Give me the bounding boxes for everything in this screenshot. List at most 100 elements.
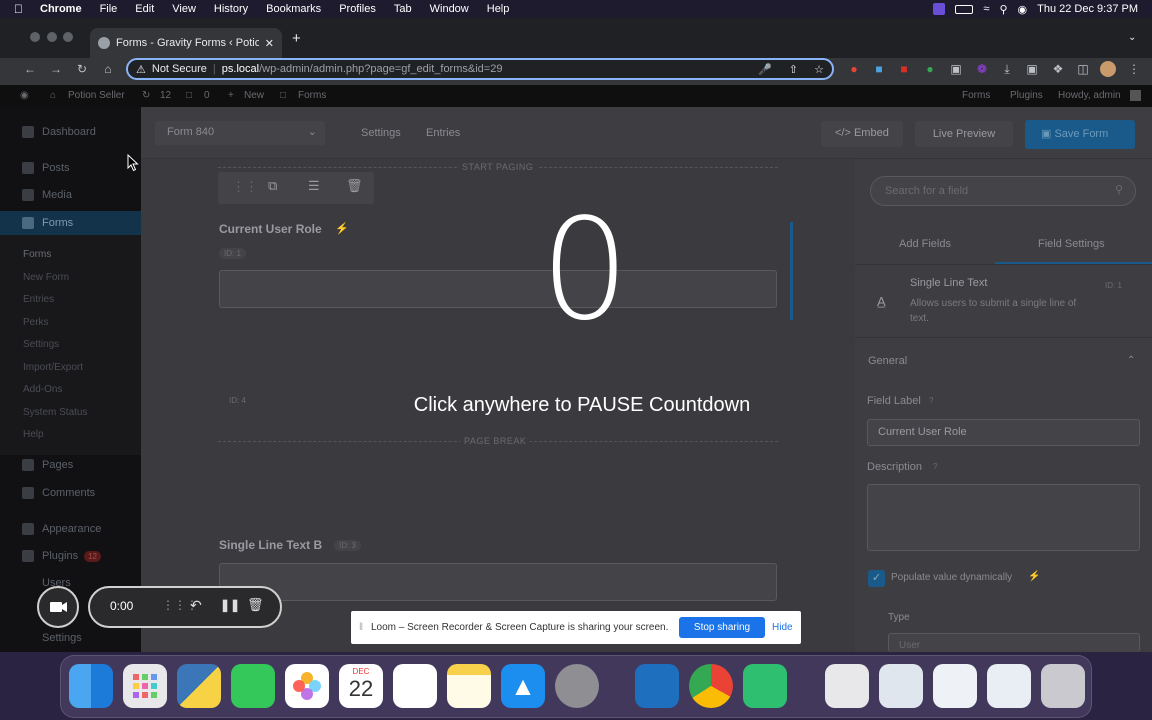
notes-icon[interactable]: [447, 664, 491, 708]
search-icon[interactable]: ⚲: [999, 3, 1007, 16]
reminders-icon[interactable]: [393, 664, 437, 708]
sidebar-item-pages[interactable]: Pages: [42, 459, 73, 471]
wordpress-logo-icon[interactable]: ◉: [20, 90, 29, 101]
countdown-number[interactable]: 0: [535, 196, 635, 346]
bookmark-star-icon[interactable]: ☆: [814, 63, 824, 76]
menu-bookmarks[interactable]: Bookmarks: [257, 3, 330, 15]
submenu-entries[interactable]: Entries: [23, 294, 54, 305]
messages-icon[interactable]: [231, 664, 275, 708]
submenu-add-ons[interactable]: Add-Ons: [23, 384, 62, 395]
launchpad-icon[interactable]: [123, 664, 167, 708]
tab-field-settings[interactable]: Field Settings: [1038, 238, 1105, 250]
updates-icon[interactable]: ↻: [142, 90, 150, 101]
sidebar-item-forms[interactable]: Forms: [0, 211, 141, 235]
close-window-icon[interactable]: [30, 32, 40, 42]
field-search-input[interactable]: Search for a field ⚲: [870, 176, 1136, 206]
forms-adminbar-link[interactable]: Forms: [298, 90, 326, 101]
window-thumbnail-1[interactable]: [879, 664, 923, 708]
loom-status-icon[interactable]: [933, 3, 946, 15]
submenu-new-form[interactable]: New Form: [23, 272, 69, 283]
save-form-button[interactable]: ▣ Save Form: [1025, 120, 1135, 149]
sidebar-item-comments[interactable]: Comments: [42, 487, 95, 499]
sidebar-item-appearance[interactable]: Appearance: [42, 523, 101, 535]
menu-tab[interactable]: Tab: [385, 3, 421, 15]
extension-purple-icon[interactable]: ❁: [974, 61, 990, 77]
field3-input[interactable]: [219, 563, 777, 601]
app-store-icon[interactable]: ▲: [501, 664, 545, 708]
control-center-icon[interactable]: ◉: [1018, 3, 1028, 16]
finder-icon[interactable]: [69, 664, 113, 708]
sidepanel-icon[interactable]: ◫: [1075, 61, 1091, 77]
embed-button[interactable]: </> Embed: [821, 121, 903, 147]
settings-link[interactable]: Settings: [361, 127, 401, 139]
right-plugins-link[interactable]: Plugins: [1010, 90, 1043, 101]
sidebar-item-settings[interactable]: Settings: [42, 632, 82, 644]
field1-input[interactable]: [219, 270, 777, 308]
right-forms-link[interactable]: Forms: [962, 90, 990, 101]
extension-red-icon[interactable]: ●: [846, 61, 862, 77]
chrome-menu-icon[interactable]: ⋮: [1126, 61, 1142, 77]
comments-count[interactable]: 0: [204, 90, 210, 101]
countdown-message[interactable]: Click anywhere to PAUSE Countdown: [372, 394, 792, 417]
calendar-icon[interactable]: DEC 22: [339, 664, 383, 708]
system-preferences-icon[interactable]: [555, 664, 599, 708]
menu-app-name[interactable]: Chrome: [31, 3, 91, 15]
type-select[interactable]: User: [888, 633, 1140, 652]
menu-view[interactable]: View: [163, 3, 205, 15]
tab-add-fields[interactable]: Add Fields: [899, 238, 951, 250]
wifi-icon[interactable]: ≈: [983, 3, 989, 15]
loom-restart-icon[interactable]: ↶: [190, 597, 202, 614]
back-icon[interactable]: ←: [22, 61, 38, 77]
browser-tab[interactable]: Forms - Gravity Forms ‹ Potion ✕: [90, 28, 282, 58]
address-bar[interactable]: ⚠ Not Secure | ps.local /wp-admin/admin.…: [126, 58, 834, 80]
download-icon[interactable]: ⤓: [999, 61, 1015, 77]
python-icon[interactable]: [177, 664, 221, 708]
extension-blue-icon[interactable]: ■: [871, 61, 887, 77]
extensions-puzzle-icon[interactable]: ❖: [1050, 61, 1066, 77]
new-plus-icon[interactable]: +: [228, 90, 234, 101]
apple-icon[interactable]: : [0, 2, 31, 16]
home-icon[interactable]: ⌂: [100, 61, 116, 77]
stop-sharing-button[interactable]: Stop sharing: [679, 617, 765, 638]
close-tab-icon[interactable]: ✕: [265, 37, 282, 50]
extension-window-icon[interactable]: ▣: [948, 61, 964, 77]
grammarly-icon[interactable]: ●: [922, 61, 938, 77]
new-tab-icon[interactable]: +: [292, 30, 301, 47]
share-icon[interactable]: ⇧: [789, 63, 798, 76]
drag-grip-icon[interactable]: ‖: [359, 622, 363, 633]
new-menu[interactable]: New: [244, 90, 264, 101]
menu-help[interactable]: Help: [478, 3, 519, 15]
window-thumbnail-3[interactable]: [987, 664, 1031, 708]
menu-edit[interactable]: Edit: [126, 3, 163, 15]
extension-green-icon[interactable]: ▣: [1024, 61, 1040, 77]
submenu-help[interactable]: Help: [23, 429, 44, 440]
populate-checkbox[interactable]: ✓: [868, 570, 885, 587]
site-name[interactable]: Potion Seller: [68, 90, 125, 101]
settings-sliders-icon[interactable]: ☰: [308, 178, 320, 194]
user-avatar[interactable]: [1130, 90, 1141, 101]
help-icon[interactable]: ?: [929, 396, 933, 405]
submenu-perks[interactable]: Perks: [23, 317, 49, 328]
field-label-input[interactable]: Current User Role: [867, 419, 1140, 446]
menu-history[interactable]: History: [205, 3, 257, 15]
vscode-icon[interactable]: [635, 664, 679, 708]
description-textarea[interactable]: [867, 484, 1140, 551]
comments-icon[interactable]: □: [186, 90, 192, 101]
description-help-icon[interactable]: ?: [933, 462, 937, 471]
tab-search-icon[interactable]: ⌄: [1128, 32, 1136, 43]
drag-handle-icon[interactable]: ⋮⋮: [232, 179, 258, 195]
admin-bar-home-icon[interactable]: ⌂: [50, 90, 56, 101]
photos-icon[interactable]: [285, 664, 329, 708]
chrome-dock-icon[interactable]: [689, 664, 733, 708]
duplicate-icon[interactable]: ⧉: [268, 178, 277, 194]
profile-avatar[interactable]: [1100, 61, 1116, 77]
extension-flag-icon[interactable]: ■: [896, 61, 912, 77]
sidebar-item-posts[interactable]: Posts: [42, 162, 70, 174]
updates-count[interactable]: 12: [160, 90, 171, 101]
submenu-forms[interactable]: Forms: [23, 249, 51, 260]
security-status[interactable]: Not Secure: [152, 63, 207, 75]
forward-icon[interactable]: →: [48, 61, 64, 77]
loom-delete-icon[interactable]: 🗑: [247, 597, 264, 613]
document-icon[interactable]: [825, 664, 869, 708]
clock[interactable]: Thu 22 Dec 9:37 PM: [1037, 3, 1138, 15]
